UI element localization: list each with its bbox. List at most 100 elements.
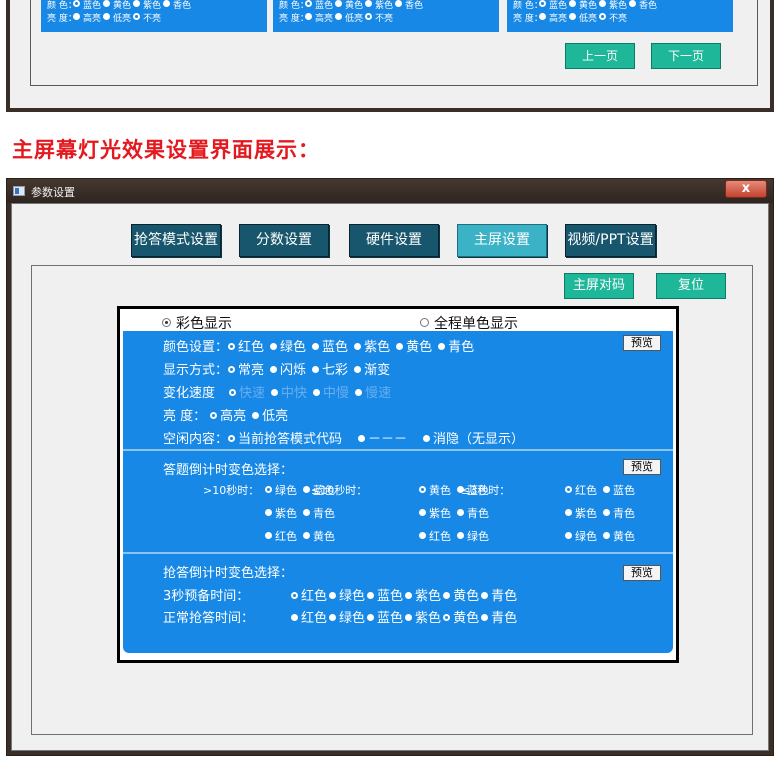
radio-option-label: 黄色 [613, 530, 635, 543]
radio-option[interactable]: 不亮 [599, 13, 627, 26]
radio-option[interactable]: 紫色 [405, 607, 441, 626]
close-button[interactable]: x [725, 180, 767, 198]
radio-option[interactable]: 低亮 [252, 405, 288, 424]
radio-option[interactable]: 黄色 [419, 482, 451, 498]
radio-option[interactable]: －－－ [358, 428, 407, 447]
radio-option[interactable]: 不亮 [365, 13, 393, 26]
radio-option[interactable]: 紫色 [565, 505, 597, 521]
radio-option[interactable]: 黄色 [569, 0, 597, 13]
prev-page-button[interactable]: 上一页 [565, 43, 635, 69]
radio-option[interactable]: 中慢 [313, 382, 349, 401]
radio-option[interactable]: 蓝色 [73, 0, 101, 13]
brightness-options[interactable]: 高亮 低亮 不亮 [539, 13, 629, 26]
radio-option[interactable]: 绿色 [265, 482, 297, 498]
radio-option[interactable]: 紫色 [354, 336, 390, 355]
next-page-button[interactable]: 下一页 [651, 43, 721, 69]
radio-option[interactable]: 青色 [457, 505, 489, 521]
radio-option-label: 闪烁 [280, 363, 307, 378]
radio-option[interactable]: 黄色 [103, 0, 131, 13]
radio-option[interactable]: 蓝色 [603, 482, 635, 498]
radio-option[interactable]: 红色 [291, 585, 327, 604]
radio-option[interactable]: 青色 [438, 336, 474, 355]
radio-option[interactable]: 低亮 [569, 13, 597, 26]
radio-option[interactable]: 蓝色 [305, 0, 333, 13]
radio-option[interactable]: 高亮 [539, 13, 567, 26]
radio-option[interactable]: 紫色 [133, 0, 161, 13]
radio-option[interactable]: 黄色 [443, 607, 479, 626]
mono-display-radio[interactable]: 全程单色显示 [420, 313, 518, 333]
radio-option[interactable]: 紫色 [419, 505, 451, 521]
radio-option[interactable]: 黄色 [443, 585, 479, 604]
radio-option[interactable]: 七彩 [312, 359, 348, 378]
radio-option[interactable]: 红色 [291, 607, 327, 626]
radio-option[interactable]: 青色 [481, 585, 517, 604]
radio-option[interactable]: 紫色 [599, 0, 627, 13]
radio-option[interactable]: 红色 [265, 528, 297, 544]
radio-option[interactable]: 香色 [629, 0, 657, 13]
radio-option[interactable]: 黄色 [603, 528, 635, 544]
color-options[interactable]: 蓝色 黄色 紫色 香色 [305, 0, 425, 13]
radio-option[interactable]: 香色 [395, 0, 423, 13]
radio-option[interactable]: 青色 [303, 505, 335, 521]
radio-option[interactable]: 消隐（无显示） [423, 428, 524, 447]
color-options[interactable]: 蓝色 黄色 紫色 香色 [539, 0, 659, 13]
brightness-options[interactable]: 高亮 低亮 不亮 [73, 13, 163, 26]
radio-option-label: 黄色 [113, 1, 132, 11]
radio-option[interactable]: 青色 [603, 505, 635, 521]
radio-option[interactable]: 蓝色 [367, 585, 403, 604]
preview-button-3[interactable]: 预览 [623, 565, 661, 581]
radio-option[interactable]: 绿色 [565, 528, 597, 544]
radio-option[interactable]: 蓝色 [367, 607, 403, 626]
radio-option[interactable]: 高亮 [305, 13, 333, 26]
radio-option[interactable]: 低亮 [335, 13, 363, 26]
tab-hardware[interactable]: 硬件设置 [349, 224, 439, 257]
brightness-options[interactable]: 高亮 低亮 [210, 409, 294, 424]
radio-option[interactable]: 绿色 [457, 528, 489, 544]
tab-buzzer-mode[interactable]: 抢答模式设置 [131, 224, 221, 257]
radio-option[interactable]: 绿色 [329, 607, 365, 626]
radio-option[interactable]: 红色 [419, 528, 451, 544]
color-options[interactable]: 蓝色 黄色 紫色 香色 [73, 0, 193, 13]
radio-option[interactable]: 高亮 [73, 13, 101, 26]
radio-option[interactable]: 高亮 [210, 405, 246, 424]
preview-button-1[interactable]: 预览 [623, 335, 661, 351]
radio-option[interactable]: 蓝色 [312, 336, 348, 355]
radio-option[interactable]: 绿色 [270, 336, 306, 355]
radio-option[interactable]: 不亮 [133, 13, 161, 26]
radio-option[interactable]: 闪烁 [270, 359, 306, 378]
radio-option[interactable]: 香色 [163, 0, 191, 13]
pair-code-button[interactable]: 主屏对码 [564, 273, 634, 299]
preview-button-2[interactable]: 预览 [623, 459, 661, 475]
brightness-options[interactable]: 高亮 低亮 不亮 [305, 13, 395, 26]
radio-option[interactable]: 黄色 [396, 336, 432, 355]
light-settings-area: 预览 颜色设置： 红色 绿色 蓝色 紫色 黄色 青色 显示方式： 常亮 闪烁 七彩 渐变 变化速度快… [123, 331, 673, 653]
radio-option[interactable]: 绿色 [329, 585, 365, 604]
tab-score[interactable]: 分数设置 [239, 224, 329, 257]
radio-option[interactable]: 当前抢答模式代码 [228, 428, 342, 447]
title-bar[interactable]: 参数设置 x [7, 179, 773, 203]
radio-option[interactable]: 黄色 [303, 528, 335, 544]
radio-option[interactable]: 快速 [229, 382, 265, 401]
ready-time-options[interactable]: 红色 绿色 蓝色 紫色 黄色 青色 [291, 589, 519, 604]
color-display-radio[interactable]: 彩色显示 [162, 313, 232, 333]
radio-option[interactable]: 青色 [481, 607, 517, 626]
radio-option[interactable]: 中快 [271, 382, 307, 401]
radio-option[interactable]: 慢速 [355, 382, 391, 401]
color-setting-options[interactable]: 红色 绿色 蓝色 紫色 黄色 青色 [228, 340, 480, 355]
normal-time-options[interactable]: 红色 绿色 蓝色 紫色 黄色 青色 [291, 611, 519, 626]
display-mode-options[interactable]: 常亮 闪烁 七彩 渐变 [228, 363, 396, 378]
idle-content-options[interactable]: 当前抢答模式代码 －－－ 消隐（无显示） [228, 432, 540, 447]
radio-option[interactable]: 蓝色 [539, 0, 567, 13]
radio-option[interactable]: 紫色 [365, 0, 393, 13]
radio-option[interactable]: 红色 [565, 482, 597, 498]
radio-option[interactable]: 红色 [228, 336, 264, 355]
tab-video-ppt[interactable]: 视频/PPT设置 [565, 224, 656, 257]
radio-option[interactable]: 常亮 [228, 359, 264, 378]
radio-option[interactable]: 低亮 [103, 13, 131, 26]
radio-option[interactable]: 紫色 [265, 505, 297, 521]
radio-option[interactable]: 黄色 [335, 0, 363, 13]
radio-option[interactable]: 渐变 [354, 359, 390, 378]
tab-main-screen[interactable]: 主屏设置 [457, 224, 547, 257]
reset-button[interactable]: 复位 [656, 273, 726, 299]
radio-option[interactable]: 紫色 [405, 585, 441, 604]
